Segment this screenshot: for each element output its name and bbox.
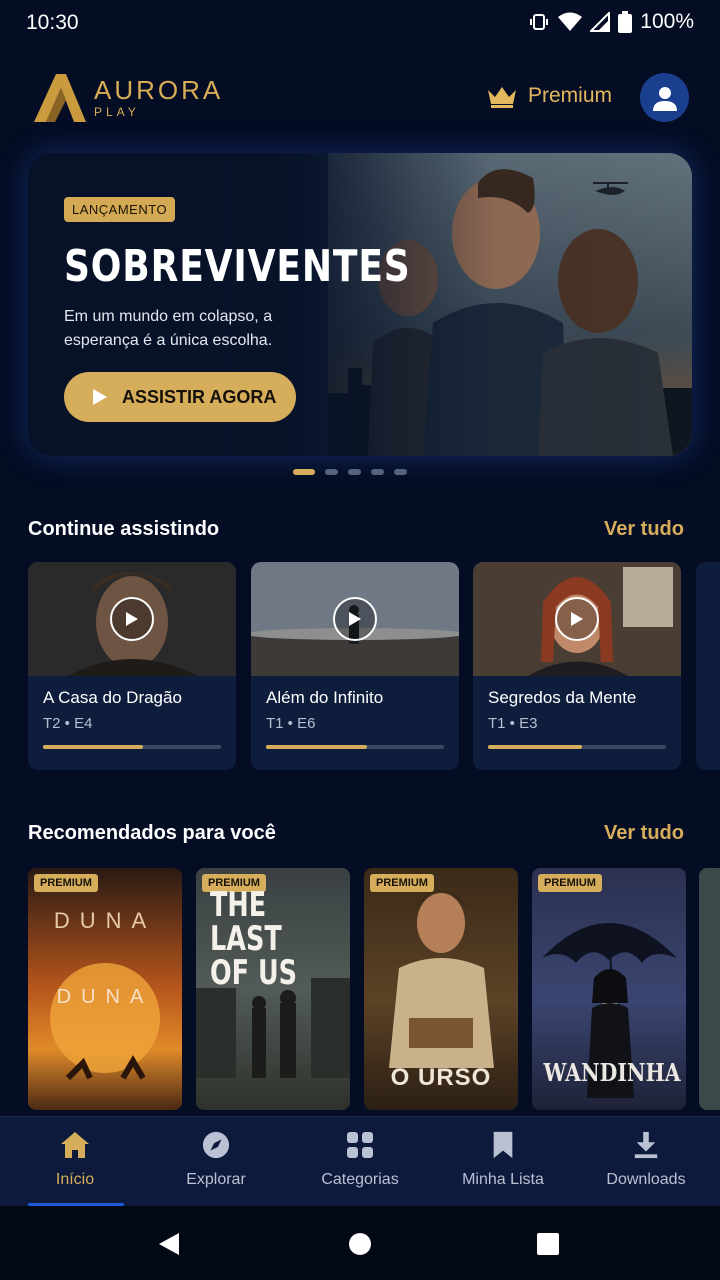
continue-watching-title: Continue assistindo — [28, 518, 220, 540]
progress-fill — [488, 745, 583, 749]
play-button[interactable] — [555, 597, 599, 641]
bottom-navigation: Início Explorar Categorias Minha Lista D… — [0, 1116, 720, 1206]
battery-level: 100% — [640, 10, 694, 33]
grid-icon — [347, 1132, 373, 1158]
nav-my-list[interactable]: Minha Lista — [431, 1131, 575, 1189]
play-icon — [349, 612, 361, 626]
play-icon — [126, 612, 138, 626]
continue-card-title: Segredos da Mente — [488, 688, 637, 707]
progress-fill — [43, 745, 143, 749]
hero-title: SOBREVIVENTES — [64, 241, 411, 292]
status-icons: 100% — [528, 10, 694, 34]
continue-watching-see-all[interactable]: Ver tudo — [604, 518, 684, 541]
nav-explore[interactable]: Explorar — [144, 1131, 288, 1189]
recommended-card[interactable]: PREMIUM DUNA DUNA — [28, 868, 182, 1110]
nav-categories[interactable]: Categorias — [288, 1131, 432, 1189]
signal-icon — [590, 12, 611, 32]
watch-now-label: ASSISTIR AGORA — [122, 386, 277, 407]
hero-badge: LANÇAMENTO — [64, 197, 176, 222]
hero-banner[interactable]: LANÇAMENTO SOBREVIVENTES Em um mundo em … — [28, 153, 692, 456]
progress-bar — [266, 745, 444, 749]
play-icon — [571, 612, 583, 626]
back-icon[interactable] — [158, 1232, 180, 1256]
continue-card-episode: T1 • E3 — [488, 715, 538, 732]
status-bar: 10:30 100% — [0, 0, 720, 46]
continue-card[interactable]: Segredos da Mente T1 • E3 — [473, 562, 681, 770]
user-icon — [652, 86, 677, 111]
nav-my-list-label: Minha Lista — [462, 1171, 544, 1188]
vibrate-icon — [530, 14, 549, 30]
premium-button[interactable]: Premium — [486, 84, 612, 108]
poster-title: WANDINHA — [543, 1058, 681, 1087]
nav-categories-label: Categorias — [321, 1171, 399, 1188]
play-button[interactable] — [110, 597, 154, 641]
nav-downloads[interactable]: Downloads — [574, 1131, 718, 1189]
nav-downloads-label: Downloads — [606, 1171, 686, 1188]
nav-home-label: Início — [55, 1171, 95, 1188]
watch-now-button[interactable]: ASSISTIR AGORA — [64, 372, 296, 422]
system-navigation-bar — [0, 1206, 720, 1280]
crown-icon — [488, 87, 516, 108]
poster-title: THE LAST OF US — [210, 885, 298, 993]
status-time: 10:30 — [26, 11, 79, 34]
app-logo[interactable]: AURORA PLAY — [30, 72, 223, 124]
battery-icon — [618, 11, 633, 33]
recommended-title: Recomendados para você — [28, 822, 276, 844]
recommended-card-partial[interactable] — [699, 868, 720, 1110]
poster-title-secondary: DUNA — [56, 986, 154, 1008]
nav-explore-label: Explorar — [186, 1171, 246, 1188]
premium-badge: PREMIUM — [538, 874, 602, 892]
continue-card-partial[interactable] — [696, 562, 720, 770]
recents-icon[interactable] — [537, 1233, 559, 1255]
nav-home[interactable]: Início — [3, 1131, 147, 1189]
recommended-see-all[interactable]: Ver tudo — [604, 822, 684, 845]
wifi-icon — [558, 12, 583, 31]
continue-card-title: A Casa do Dragão — [43, 688, 182, 707]
logo-subtitle: PLAY — [94, 105, 140, 119]
recommended-card[interactable]: PREMIUM WANDINHA — [532, 868, 686, 1110]
logo-name: AURORA — [94, 75, 224, 105]
carousel-dot[interactable] — [394, 469, 407, 475]
home-icon — [61, 1132, 89, 1158]
carousel-dot[interactable] — [325, 469, 338, 475]
progress-fill — [266, 745, 368, 749]
premium-badge: PREMIUM — [34, 874, 98, 892]
progress-bar — [43, 745, 221, 749]
poster-title: DUNA — [53, 908, 157, 933]
recommended-card[interactable]: PREMIUM O URSO — [364, 868, 518, 1110]
carousel-dot[interactable] — [348, 469, 361, 475]
continue-card[interactable]: A Casa do Dragão T2 • E4 — [28, 562, 236, 770]
continue-card-title: Além do Infinito — [266, 688, 384, 707]
aurora-logo-icon — [34, 74, 86, 122]
profile-avatar-button[interactable] — [640, 73, 689, 122]
carousel-dot[interactable] — [371, 469, 384, 475]
home-circle-icon[interactable] — [348, 1232, 372, 1256]
download-icon — [634, 1131, 658, 1159]
poster-title: O URSO — [390, 1064, 492, 1091]
recommended-card[interactable]: PREMIUM THE LAST OF US — [196, 868, 350, 1110]
premium-badge: PREMIUM — [370, 874, 434, 892]
continue-card-episode: T1 • E6 — [266, 715, 316, 732]
bookmark-icon — [493, 1131, 513, 1159]
premium-label: Premium — [528, 84, 613, 107]
hero-description: Em um mundo em colapso, a esperança é a … — [64, 308, 273, 349]
continue-card-episode: T2 • E4 — [43, 715, 93, 732]
continue-card[interactable]: Além do Infinito T1 • E6 — [251, 562, 459, 770]
carousel-dot[interactable] — [293, 469, 315, 475]
compass-icon — [202, 1131, 230, 1159]
play-icon — [93, 389, 107, 405]
carousel-dots — [293, 469, 407, 475]
progress-bar — [488, 745, 666, 749]
play-button[interactable] — [333, 597, 377, 641]
